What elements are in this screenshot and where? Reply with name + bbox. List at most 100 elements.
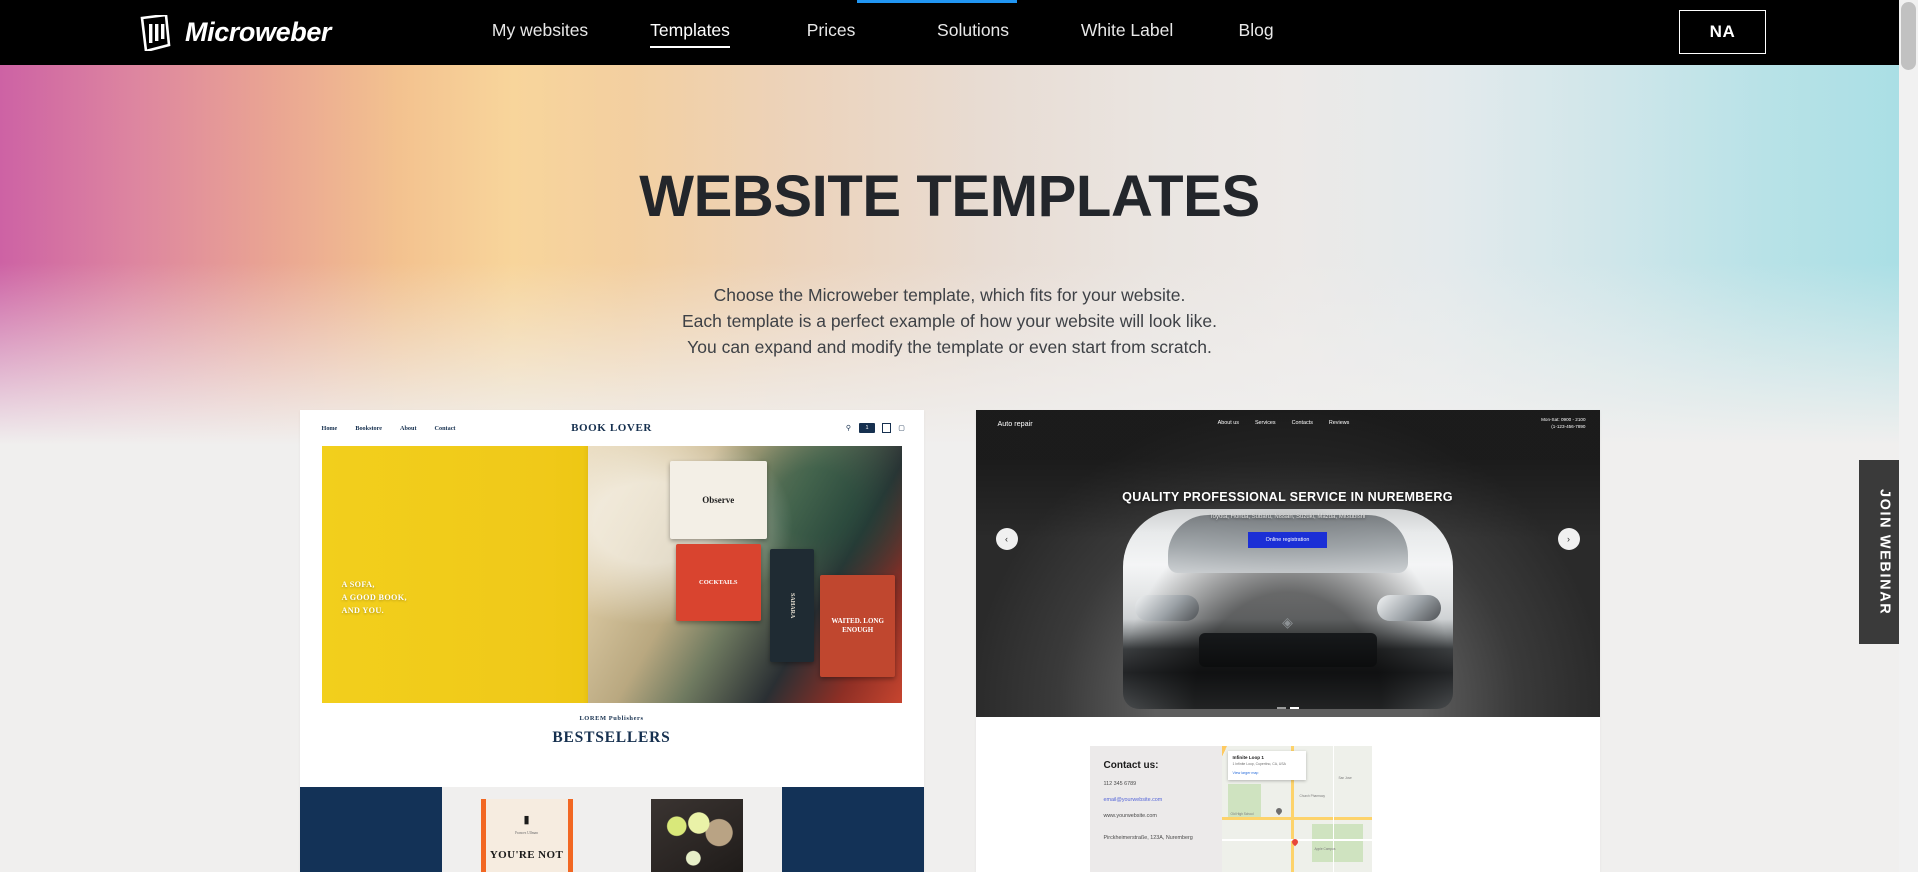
account-icon[interactable]: ▢ xyxy=(898,424,906,432)
auto-repair-subheadline: Toyota, Honda, Subaru, Nissan, Suzuki, M… xyxy=(1209,514,1366,520)
map-label-4: Apple Campus xyxy=(1314,846,1336,851)
page-title: WEBSITE TEMPLATES xyxy=(639,164,1260,229)
map-embed[interactable]: Church Pharmacy San Jose Old High School… xyxy=(1221,746,1372,872)
template-card-book-lover[interactable]: Home Bookstore About Contact BOOK LOVER … xyxy=(299,410,924,872)
book-mark-icon: ▮ xyxy=(523,814,530,826)
subtitle-line-3: You can expand and modify the template o… xyxy=(687,336,1212,357)
contact-details: Contact us: 112 345 6789 email@yourwebsi… xyxy=(1090,746,1222,872)
wishlist-icon[interactable] xyxy=(881,423,891,433)
page-scrollbar[interactable] xyxy=(1899,0,1918,872)
map-card-subtitle: 1 Infinite Loop, Cupertino, CA, USA xyxy=(1232,762,1286,766)
map-info-card[interactable]: Infinite Loop 1 1 Infinite Loop, Cuperti… xyxy=(1227,751,1306,780)
ar-nav-about-us[interactable]: About us xyxy=(1218,420,1239,426)
carousel-next-arrow-icon[interactable]: › xyxy=(1557,528,1580,550)
magazine-collage: Observe COCKTAILS SAHARA WAITED. LONG EN… xyxy=(588,446,902,703)
map-label-3: Old High School xyxy=(1230,811,1254,816)
contact-email[interactable]: email@yourwebsite.com xyxy=(1104,797,1222,803)
opening-hours: Mon-Sat: 0900 - 2100 (1-123-456-7890 xyxy=(1541,416,1585,430)
page-root: Microweber My websites Templates Prices … xyxy=(0,0,1918,872)
magazine-observe: Observe xyxy=(669,461,767,539)
top-navigation-bar: Microweber My websites Templates Prices … xyxy=(0,0,1899,65)
publisher-label: LOREM Publishers xyxy=(579,715,644,722)
scrollbar-thumb[interactable] xyxy=(1901,2,1916,70)
auto-repair-hero-text: QUALITY PROFESSIONAL SERVICE IN NUREMBER… xyxy=(976,488,1600,548)
map-road-minor-2 xyxy=(1332,746,1334,872)
map-card-link[interactable]: View larger map xyxy=(1233,771,1301,775)
auto-repair-body: Contact us: 112 345 6789 email@yourwebsi… xyxy=(975,717,1600,872)
contact-title: Contact us: xyxy=(1103,760,1159,771)
book-lover-header-icons: ⚲ 1 ▢ xyxy=(844,423,905,433)
nav-item-my-websites[interactable]: My websites xyxy=(492,20,588,46)
bestsellers-title: BESTSELLERS xyxy=(552,729,671,746)
book-cover-2[interactable] xyxy=(650,799,743,872)
contact-panel: Contact us: 112 345 6789 email@yourwebsi… xyxy=(1089,746,1372,872)
map-pin-secondary-icon xyxy=(1274,806,1283,815)
brand-logo[interactable]: Microweber xyxy=(138,14,332,51)
browser-tab-accent xyxy=(857,0,1017,3)
carousel-prev-arrow-icon[interactable]: ‹ xyxy=(995,528,1018,550)
claim-line-3: AND YOU. xyxy=(341,606,385,615)
hours-line-1: Mon-Sat: 0900 - 2100 xyxy=(1541,417,1586,422)
auto-repair-nav: About us Services Contacts Reviews xyxy=(1218,420,1350,426)
magazine-sahara: SAHARA xyxy=(769,548,814,662)
magazine-cocktails: COCKTAILS xyxy=(676,543,761,621)
page-subtitle: Choose the Microweber template, which fi… xyxy=(0,283,1899,360)
microweber-logo-icon xyxy=(140,14,171,51)
carousel-dot-2[interactable] xyxy=(1289,707,1299,709)
navy-panel-right xyxy=(781,787,924,872)
nav-item-templates[interactable]: Templates xyxy=(650,20,730,48)
template-card-auto-repair[interactable]: ◈ Auto repair About us Services Contacts… xyxy=(975,410,1600,872)
auto-repair-hero: ◈ Auto repair About us Services Contacts… xyxy=(975,410,1600,717)
contact-phone: 112 345 6789 xyxy=(1103,781,1137,787)
nav-item-solutions[interactable]: Solutions xyxy=(937,20,1009,46)
book-lover-hero-claim: A SOFA, A GOOD BOOK, AND YOU. xyxy=(342,578,407,617)
book-cover-1[interactable]: ▮ Frances Ullman YOU'RE NOT xyxy=(480,799,573,872)
carousel-dot-1[interactable] xyxy=(1276,707,1286,709)
hours-line-2: (1-123-456-7890 xyxy=(1551,424,1586,429)
car-grille xyxy=(1198,633,1377,667)
account-button[interactable]: NA xyxy=(1679,10,1766,54)
nav-item-white-label[interactable]: White Label xyxy=(1081,20,1173,46)
map-label-1: Church Pharmacy xyxy=(1299,793,1326,798)
carousel-dots xyxy=(1276,707,1299,709)
join-webinar-label: JOIN WEBINAR xyxy=(1876,488,1893,616)
brand-name: Microweber xyxy=(185,17,332,47)
online-registration-button[interactable]: Online registration xyxy=(1247,532,1328,548)
magazine-waited: WAITED. LONG ENOUGH xyxy=(820,574,896,678)
auto-repair-headline: QUALITY PROFESSIONAL SERVICE IN NUREMBER… xyxy=(1122,490,1453,504)
book-lover-bottom-strip: ▮ Frances Ullman YOU'RE NOT xyxy=(299,787,924,872)
auto-repair-brand: Auto repair xyxy=(997,418,1033,428)
ar-nav-services[interactable]: Services xyxy=(1255,420,1276,426)
main-nav: My websites Templates Prices Solutions W… xyxy=(464,20,1306,48)
book-lover-header: Home Bookstore About Contact BOOK LOVER … xyxy=(299,410,924,446)
ar-nav-contacts[interactable]: Contacts xyxy=(1292,420,1313,426)
subtitle-line-1: Choose the Microweber template, which fi… xyxy=(713,285,1186,305)
book-author: Frances Ullman xyxy=(515,831,538,835)
map-card-title: Infinite Loop 1 xyxy=(1232,755,1264,760)
claim-line-1: A SOFA, xyxy=(341,580,375,589)
book-lover-logo: BOOK LOVER xyxy=(571,422,652,434)
map-park-area-2 xyxy=(1311,824,1363,862)
map-road-horizontal xyxy=(1221,816,1372,820)
ar-nav-reviews[interactable]: Reviews xyxy=(1329,420,1349,426)
search-icon[interactable]: ⚲ xyxy=(844,424,852,432)
nav-item-blog[interactable]: Blog xyxy=(1239,20,1274,46)
headlight-left-icon xyxy=(1134,595,1199,621)
car-emblem-icon: ◈ xyxy=(1282,613,1293,630)
cart-badge[interactable]: 1 xyxy=(859,423,875,433)
headlight-right-icon xyxy=(1376,595,1441,621)
navy-panel-left xyxy=(299,787,442,872)
hero-gradient-banner xyxy=(0,65,1899,445)
book-covers: ▮ Frances Ullman YOU'RE NOT xyxy=(441,787,782,872)
nav-item-prices[interactable]: Prices xyxy=(807,20,856,46)
subtitle-line-2: Each template is a perfect example of ho… xyxy=(682,310,1217,331)
map-label-2: San Jose xyxy=(1338,776,1352,781)
contact-address: Pirckheimerstraße, 123A, Nuremberg xyxy=(1103,835,1193,841)
bestsellers-heading-block: LOREM Publishers BESTSELLERS xyxy=(300,703,924,747)
claim-line-2: A GOOD BOOK, xyxy=(341,593,407,602)
book-lover-hero-image: Observe COCKTAILS SAHARA WAITED. LONG EN… xyxy=(321,446,902,703)
auto-repair-header: Auto repair About us Services Contacts R… xyxy=(976,410,1600,436)
book-title: YOU'RE NOT xyxy=(489,849,564,861)
contact-website[interactable]: www.yourwebsite.com xyxy=(1104,813,1222,819)
template-grid: Home Bookstore About Contact BOOK LOVER … xyxy=(0,410,1899,872)
